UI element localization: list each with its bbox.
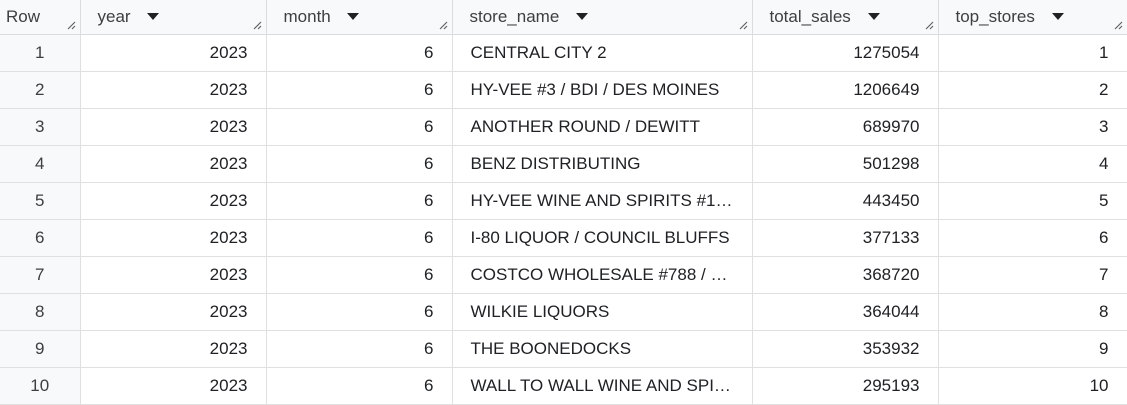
store-name-cell[interactable]: BENZ DISTRIBUTING <box>452 145 753 183</box>
caret-down-icon[interactable] <box>576 12 589 20</box>
table-row[interactable]: 10 2023 6 WALL TO WALL WINE AND SPI… 295… <box>0 367 1127 405</box>
year-cell[interactable]: 2023 <box>80 330 267 368</box>
store-name-cell[interactable]: WILKIE LIQUORS <box>452 293 753 331</box>
total-sales-cell[interactable]: 689970 <box>752 108 939 146</box>
month-cell[interactable]: 6 <box>266 182 453 220</box>
total-sales-cell[interactable]: 377133 <box>752 219 939 257</box>
year-cell[interactable]: 2023 <box>80 256 267 294</box>
column-header-label: Row <box>6 7 41 26</box>
total-sales-cell[interactable]: 368720 <box>752 256 939 294</box>
total-sales-cell[interactable]: 353932 <box>752 330 939 368</box>
resize-grip-icon[interactable] <box>66 20 76 30</box>
top-stores-cell[interactable]: 5 <box>938 182 1127 220</box>
row-number-cell: 1 <box>0 34 81 72</box>
table-header: Row year month store_name total_sales to… <box>0 0 1127 35</box>
month-cell[interactable]: 6 <box>266 256 453 294</box>
table-row[interactable]: 4 2023 6 BENZ DISTRIBUTING 501298 4 <box>0 145 1127 183</box>
table-row[interactable]: 1 2023 6 CENTRAL CITY 2 1275054 1 <box>0 34 1127 72</box>
month-cell[interactable]: 6 <box>266 108 453 146</box>
top-stores-cell[interactable]: 6 <box>938 219 1127 257</box>
top-stores-cell[interactable]: 3 <box>938 108 1127 146</box>
column-header-month[interactable]: month <box>266 0 453 35</box>
year-cell[interactable]: 2023 <box>80 108 267 146</box>
store-name-cell[interactable]: WALL TO WALL WINE AND SPI… <box>452 367 753 405</box>
row-number-cell: 3 <box>0 108 81 146</box>
year-cell[interactable]: 2023 <box>80 34 267 72</box>
caret-down-icon[interactable] <box>347 12 360 20</box>
top-stores-cell[interactable]: 10 <box>938 367 1127 405</box>
table-row[interactable]: 3 2023 6 ANOTHER ROUND / DEWITT 689970 3 <box>0 108 1127 146</box>
column-header-label: year <box>97 7 131 26</box>
resize-grip-icon[interactable] <box>738 20 748 30</box>
total-sales-cell[interactable]: 295193 <box>752 367 939 405</box>
store-name-cell[interactable]: HY-VEE #3 / BDI / DES MOINES <box>452 71 753 109</box>
top-stores-cell[interactable]: 7 <box>938 256 1127 294</box>
top-stores-cell[interactable]: 4 <box>938 145 1127 183</box>
column-header-label: top_stores <box>955 7 1035 26</box>
month-cell[interactable]: 6 <box>266 367 453 405</box>
column-header-store-name[interactable]: store_name <box>452 0 753 35</box>
caret-down-icon[interactable] <box>867 12 880 20</box>
table-row[interactable]: 2 2023 6 HY-VEE #3 / BDI / DES MOINES 12… <box>0 71 1127 109</box>
caret-down-icon[interactable] <box>147 12 160 20</box>
table-body: 1 2023 6 CENTRAL CITY 2 1275054 1 2 2023… <box>0 34 1127 405</box>
total-sales-cell[interactable]: 364044 <box>752 293 939 331</box>
month-cell[interactable]: 6 <box>266 330 453 368</box>
month-cell[interactable]: 6 <box>266 219 453 257</box>
year-cell[interactable]: 2023 <box>80 293 267 331</box>
total-sales-cell[interactable]: 1275054 <box>752 34 939 72</box>
store-name-cell[interactable]: HY-VEE WINE AND SPIRITS #1 … <box>452 182 753 220</box>
query-results-grid: Row year month store_name total_sales to… <box>0 0 1127 405</box>
table-row[interactable]: 7 2023 6 COSTCO WHOLESALE #788 / … 36872… <box>0 256 1127 294</box>
total-sales-cell[interactable]: 443450 <box>752 182 939 220</box>
top-stores-cell[interactable]: 2 <box>938 71 1127 109</box>
row-number-cell: 9 <box>0 330 81 368</box>
top-stores-cell[interactable]: 1 <box>938 34 1127 72</box>
store-name-cell[interactable]: THE BOONEDOCKS <box>452 330 753 368</box>
results-table: Row year month store_name total_sales to… <box>0 0 1127 405</box>
resize-grip-icon[interactable] <box>1113 20 1123 30</box>
header-row: Row year month store_name total_sales to… <box>0 0 1127 35</box>
total-sales-cell[interactable]: 1206649 <box>752 71 939 109</box>
table-row[interactable]: 9 2023 6 THE BOONEDOCKS 353932 9 <box>0 330 1127 368</box>
row-number-cell: 4 <box>0 145 81 183</box>
column-header-row[interactable]: Row <box>0 0 81 35</box>
row-number-cell: 10 <box>0 367 81 405</box>
store-name-cell[interactable]: CENTRAL CITY 2 <box>452 34 753 72</box>
row-number-cell: 2 <box>0 71 81 109</box>
row-number-cell: 7 <box>0 256 81 294</box>
resize-grip-icon[interactable] <box>252 20 262 30</box>
total-sales-cell[interactable]: 501298 <box>752 145 939 183</box>
column-header-label: total_sales <box>769 7 851 26</box>
column-header-label: month <box>283 7 331 26</box>
column-header-total-sales[interactable]: total_sales <box>752 0 939 35</box>
top-stores-cell[interactable]: 8 <box>938 293 1127 331</box>
resize-grip-icon[interactable] <box>438 20 448 30</box>
caret-down-icon[interactable] <box>1051 12 1064 20</box>
month-cell[interactable]: 6 <box>266 145 453 183</box>
year-cell[interactable]: 2023 <box>80 367 267 405</box>
table-row[interactable]: 8 2023 6 WILKIE LIQUORS 364044 8 <box>0 293 1127 331</box>
row-number-cell: 6 <box>0 219 81 257</box>
table-row[interactable]: 6 2023 6 I-80 LIQUOR / COUNCIL BLUFFS 37… <box>0 219 1127 257</box>
year-cell[interactable]: 2023 <box>80 71 267 109</box>
column-header-year[interactable]: year <box>80 0 267 35</box>
year-cell[interactable]: 2023 <box>80 219 267 257</box>
store-name-cell[interactable]: ANOTHER ROUND / DEWITT <box>452 108 753 146</box>
resize-grip-icon[interactable] <box>924 20 934 30</box>
column-header-label: store_name <box>469 7 560 26</box>
month-cell[interactable]: 6 <box>266 293 453 331</box>
month-cell[interactable]: 6 <box>266 34 453 72</box>
row-number-cell: 8 <box>0 293 81 331</box>
store-name-cell[interactable]: COSTCO WHOLESALE #788 / … <box>452 256 753 294</box>
year-cell[interactable]: 2023 <box>80 145 267 183</box>
top-stores-cell[interactable]: 9 <box>938 330 1127 368</box>
column-header-top-stores[interactable]: top_stores <box>938 0 1127 35</box>
store-name-cell[interactable]: I-80 LIQUOR / COUNCIL BLUFFS <box>452 219 753 257</box>
month-cell[interactable]: 6 <box>266 71 453 109</box>
year-cell[interactable]: 2023 <box>80 182 267 220</box>
table-row[interactable]: 5 2023 6 HY-VEE WINE AND SPIRITS #1 … 44… <box>0 182 1127 220</box>
row-number-cell: 5 <box>0 182 81 220</box>
